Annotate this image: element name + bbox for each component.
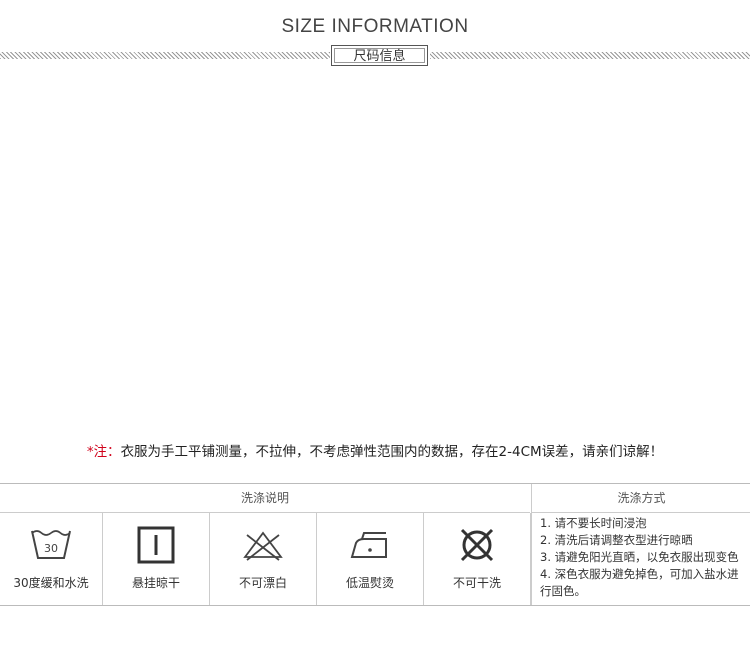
subtitle-box: 尺码信息 [331, 45, 428, 66]
note-prefix: *注： [86, 444, 121, 460]
no-dry-clean-icon [460, 528, 494, 562]
instruction-line: 1. 请不要长时间浸泡 [540, 516, 647, 530]
instruction-line: 行固色。 [540, 584, 586, 598]
care-label: 悬挂晾干 [131, 576, 180, 590]
care-cell-wash: 30 30度缓和水洗 [0, 513, 103, 605]
wash-temp-number: 30 [44, 542, 58, 555]
care-cell-dryclean: 不可干洗 [424, 513, 531, 605]
decorative-stripe-left [0, 52, 330, 59]
care-cell-hang: 悬挂晾干 [103, 513, 210, 605]
care-instructions: 1. 请不要长时间浸泡 2. 清洗后请调整衣型进行晾晒 3. 请避免阳光直晒，以… [531, 513, 750, 605]
care-symbols-header: 洗涤说明 [0, 484, 530, 513]
instruction-line: 4. 深色衣服为避免掉色，可加入盐水进 [540, 567, 739, 581]
measurement-note: *注：衣服为手工平铺测量，不拉伸，不考虑弹性范围内的数据，存在2-4CM误差，请… [0, 440, 750, 460]
care-label: 30度缓和水洗 [13, 576, 89, 590]
care-cell-bleach: 不可漂白 [210, 513, 317, 605]
care-label: 不可漂白 [238, 576, 287, 590]
low-iron-icon [350, 532, 387, 558]
hang-dry-icon [137, 526, 175, 564]
washtub-30-icon: 30 [31, 530, 71, 559]
instruction-line: 2. 清洗后请调整衣型进行晾晒 [540, 533, 693, 547]
instruction-line: 3. 请避免阳光直晒，以免衣服出现变色 [540, 550, 739, 564]
decorative-stripe-right [430, 52, 750, 59]
page-subtitle: 尺码信息 [334, 48, 425, 64]
page-title: SIZE INFORMATION [281, 16, 469, 37]
care-table: 洗涤说明 洗涤方式 30 30度缓和水洗 悬挂晾干 不可漂白 低温熨烫 不可干洗… [0, 483, 750, 606]
care-label: 低温熨烫 [345, 576, 394, 590]
care-method-header: 洗涤方式 [531, 484, 750, 513]
care-label: 不可干洗 [452, 576, 501, 590]
no-bleach-icon [243, 531, 283, 561]
note-text: 衣服为手工平铺测量，不拉伸，不考虑弹性范围内的数据，存在2-4CM误差，请亲们谅… [120, 444, 664, 460]
care-cell-iron: 低温熨烫 [317, 513, 424, 605]
